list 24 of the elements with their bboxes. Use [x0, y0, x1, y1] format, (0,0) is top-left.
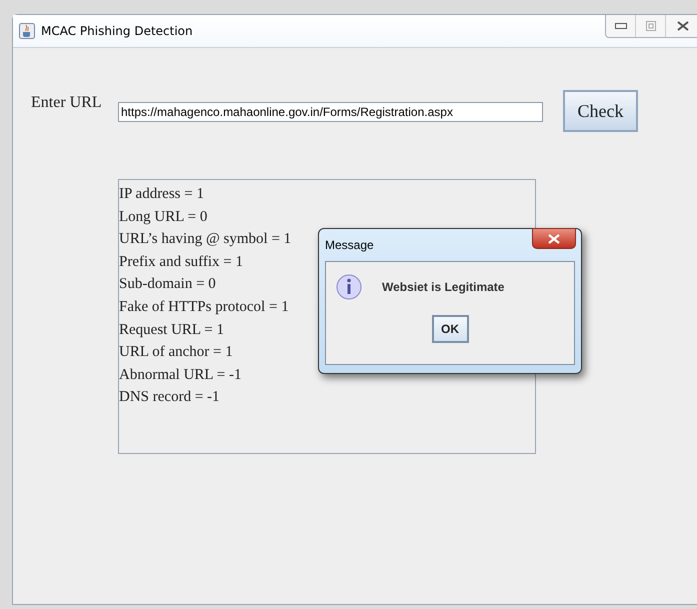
url-field[interactable]: https://mahagenco.mahaonline.gov.in/Forms/Registration.aspx	[118, 102, 543, 122]
info-icon	[336, 274, 362, 300]
dialog-message: Websiet is Legitimate	[382, 280, 504, 294]
close-button[interactable]	[532, 228, 576, 249]
dialog-title: Message	[325, 238, 374, 252]
maximize-icon	[646, 21, 656, 31]
result-line: Request URL = 1	[119, 320, 224, 340]
cup-icon	[19, 23, 35, 39]
result-line: Fake of HTTPs protocol = 1	[119, 298, 289, 317]
result-line: Sub-domain = 0	[119, 275, 216, 294]
close-icon	[677, 21, 689, 31]
close-icon	[548, 234, 560, 244]
result-line: Long URL = 0	[119, 208, 208, 227]
minimize-icon	[614, 23, 626, 29]
ok-button[interactable]: OK	[432, 315, 468, 343]
check-button[interactable]: Check	[563, 90, 638, 132]
result-line: URL’s having @ symbol = 1	[119, 230, 292, 250]
result-line: DNS record = -1	[119, 388, 220, 408]
result-line: Abnormal URL = -1	[119, 366, 242, 385]
result-line: Prefix and suffix = 1	[119, 252, 243, 272]
result-line: URL of anchor = 1	[119, 343, 233, 362]
window-title: MCAC Phishing Detection	[41, 24, 193, 38]
result-line: IP address = 1	[119, 185, 204, 204]
url-label: Enter URL	[31, 94, 103, 112]
